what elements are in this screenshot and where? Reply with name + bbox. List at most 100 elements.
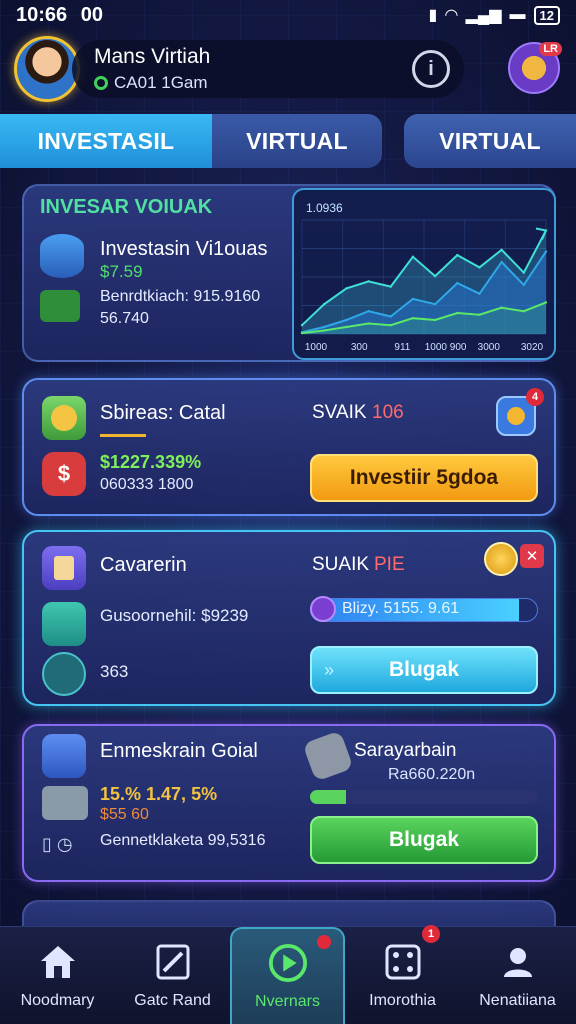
goal-line: Gennetklaketa 99,5316 xyxy=(100,832,266,849)
chart-point xyxy=(389,285,392,288)
chart-x-tick-label: 911 xyxy=(394,342,410,353)
career-title: Cavarerin xyxy=(100,554,187,576)
stocks-title: Sbireas: Catal xyxy=(100,402,226,424)
chart-point xyxy=(322,302,326,306)
overview-item-value: $7.59 xyxy=(100,262,143,281)
chart-point xyxy=(367,280,370,283)
overview-item-title: Investasin Vi1ouas xyxy=(100,238,268,260)
profile-subtitle-row: CA01 1Gam xyxy=(94,73,210,93)
chart-point xyxy=(522,271,526,274)
goal-progress-bar xyxy=(310,790,538,804)
bag-icon xyxy=(42,602,86,646)
status-time: 10:66 xyxy=(16,3,68,26)
stocks-badge: 4 xyxy=(526,388,544,406)
battery-icon: 12 xyxy=(533,5,560,25)
chart-panel[interactable]: 1.0936 1000 300 911 1000 900 3000 3020 xyxy=(292,188,556,360)
chart-title: 1.0936 xyxy=(306,201,343,215)
coin-icon[interactable] xyxy=(484,542,518,576)
dice-icon xyxy=(383,942,423,982)
goal-card[interactable]: Enmeskrain Goial 15.% 1.47, 5% $55 60 ▯ … xyxy=(22,724,556,882)
chart-point xyxy=(300,331,304,335)
calculator-icon xyxy=(302,730,354,782)
goal-title: Enmeskrain Goial xyxy=(100,740,258,762)
chart-point xyxy=(478,266,481,269)
play-icon xyxy=(268,943,308,983)
wifi-icon: ◠ xyxy=(445,7,458,24)
stocks-status-label: SVAIK xyxy=(312,402,367,423)
nav-dot-badge xyxy=(317,935,331,949)
tab-investasil[interactable]: INVESTASIL xyxy=(0,114,212,168)
stocks-card[interactable]: Sbireas: Catal SVAIK 106 4 $ $1227.339% … xyxy=(22,378,556,516)
chart-point xyxy=(389,315,392,318)
goal-blugak-button[interactable]: Blugak xyxy=(310,816,538,864)
chart-point xyxy=(456,311,459,315)
nav-label-play: Nvernars xyxy=(255,993,320,1010)
chart-point xyxy=(522,283,526,287)
chevrons-icon: » xyxy=(324,660,335,680)
nav-label-cards: Gatc Rand xyxy=(134,992,211,1009)
boost-icon xyxy=(310,596,336,622)
chart-point xyxy=(411,297,415,301)
goal-right-title: Sarayarbain xyxy=(354,740,457,761)
nav-item-profile[interactable]: Nenatiiana xyxy=(460,927,575,1024)
tab-virtual-2[interactable]: VIRTUAL xyxy=(404,114,576,168)
cell-icon: ▂▄▆ xyxy=(465,7,502,24)
nav-label-home: Noodmary xyxy=(20,992,95,1009)
tab-virtual[interactable]: VIRTUAL xyxy=(212,114,382,168)
chart-point xyxy=(433,318,437,322)
rewards-badge: LR xyxy=(539,42,562,56)
dollar-icon: $ xyxy=(42,452,86,496)
chart-point xyxy=(300,324,304,327)
chart-point xyxy=(411,255,415,259)
cards-icon xyxy=(153,942,193,982)
chart-point xyxy=(544,250,548,253)
chart-point xyxy=(433,302,437,306)
nav-item-cards[interactable]: Gatc Rand xyxy=(115,927,230,1024)
overview-title: INVESAR VOIUAK xyxy=(40,196,213,218)
stack-icon xyxy=(42,734,86,778)
profile-header[interactable]: Mans Virtiah CA01 1Gam i xyxy=(14,34,464,104)
info-button[interactable]: i xyxy=(412,50,450,88)
overview-line2: 56.740 xyxy=(100,310,149,327)
overview-line1: Benrdtkiach: 915.9160 xyxy=(100,288,261,305)
chart-point xyxy=(345,325,348,329)
coins-icon xyxy=(42,396,86,440)
nav-item-dice[interactable]: Imorothia 1 xyxy=(345,925,460,1024)
close-icon[interactable]: ✕ xyxy=(520,544,544,568)
chart-point xyxy=(367,310,370,313)
chart-point xyxy=(500,248,503,252)
avatar[interactable] xyxy=(14,36,80,102)
goal-percent: 15.% 1.47, 5% xyxy=(100,784,218,804)
profile-pill[interactable]: Mans Virtiah CA01 1Gam i xyxy=(72,40,464,98)
career-value: 363 xyxy=(100,662,129,681)
stocks-amount: $1227.339% xyxy=(100,452,202,472)
goal-amount: $55 60 xyxy=(100,806,149,823)
chart-point xyxy=(367,322,370,325)
chart-x-tick-label: 1000 xyxy=(305,342,328,353)
chart-point xyxy=(478,292,481,295)
career-card[interactable]: Cavarerin SUAIK PIE ✕ Gusoornehil: $9239… xyxy=(22,530,556,706)
chart-point xyxy=(478,313,481,316)
chart-svg: 1.0936 1000 300 911 1000 900 3000 3020 xyxy=(300,201,548,353)
cash-icon xyxy=(40,290,80,322)
nav-badge-dice: 1 xyxy=(422,925,440,943)
document-icon xyxy=(42,546,86,590)
nav-item-play[interactable]: Nvernars xyxy=(230,927,345,1024)
overview-card[interactable]: INVESAR VOIUAK Investasin Vi1ouas $7.59 … xyxy=(22,184,556,362)
goal-progress-fill xyxy=(310,790,347,804)
info-icon: i xyxy=(428,57,434,80)
nav-item-home[interactable]: Noodmary xyxy=(0,927,115,1024)
chart-x-tick-label: 3000 xyxy=(478,342,501,353)
chart-point xyxy=(411,317,415,320)
chart-x-tick-label: 300 xyxy=(351,342,368,353)
rewards-button[interactable]: LR xyxy=(508,42,562,94)
chart-point xyxy=(500,306,503,309)
career-status-value: PIE xyxy=(374,554,405,575)
chart-point xyxy=(500,260,503,264)
sim-icon: ▬ xyxy=(509,6,526,23)
chart-point xyxy=(433,274,437,278)
invest-button[interactable]: Investiir 5gdoa xyxy=(310,454,538,502)
career-status-label: SUAIK xyxy=(312,554,370,575)
career-blugak-button[interactable]: Blugak xyxy=(310,646,538,694)
chart-point xyxy=(522,310,526,313)
